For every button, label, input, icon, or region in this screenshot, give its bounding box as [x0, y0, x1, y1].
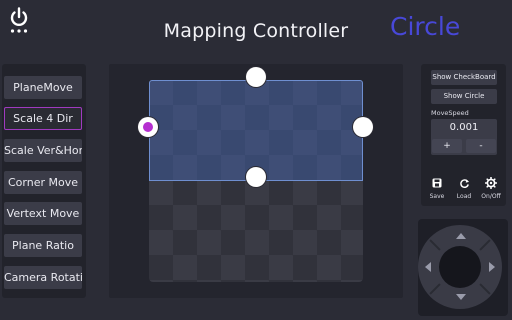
- menu-item-vertex-move[interactable]: Vertext Move: [4, 202, 82, 225]
- menu-item-scale-ver-hori[interactable]: Scale Ver&Hori: [4, 139, 82, 162]
- on-off-button[interactable]: On/Off: [480, 176, 502, 200]
- menu-item-corner-move[interactable]: Corner Move: [4, 171, 82, 194]
- save-label: Save: [429, 193, 445, 200]
- menu-item-plane-move[interactable]: PlaneMove: [4, 76, 82, 99]
- menu-item-camera-rotation[interactable]: Camera Rotation: [4, 266, 82, 289]
- arrow-right-icon[interactable]: [489, 262, 495, 272]
- refresh-icon: [459, 178, 469, 188]
- mapping-controller-screen: Mapping Controller Circle PlaneMove Scal…: [0, 0, 512, 320]
- menu-item-scale-4-dir[interactable]: Scale 4 Dir: [4, 107, 82, 130]
- mode-menu: PlaneMove Scale 4 Dir Scale Ver&Hori Cor…: [2, 64, 86, 298]
- load-button[interactable]: Load: [453, 176, 475, 200]
- move-speed-control: 0.001 + -: [431, 119, 497, 155]
- arrow-down-icon[interactable]: [456, 294, 466, 300]
- arrow-up-icon[interactable]: [456, 233, 466, 239]
- mode-label: Circle: [390, 12, 461, 41]
- dpad-center: [439, 246, 481, 288]
- handle-right[interactable]: [353, 117, 373, 137]
- speed-increase-button[interactable]: +: [432, 139, 462, 153]
- handle-top[interactable]: [246, 67, 266, 87]
- show-circle-button[interactable]: Show Circle: [431, 89, 497, 104]
- load-label: Load: [456, 193, 472, 200]
- handle-left[interactable]: [138, 117, 158, 137]
- save-button[interactable]: Save: [426, 176, 448, 200]
- save-icon: [432, 178, 442, 188]
- speed-decrease-button[interactable]: -: [466, 139, 496, 153]
- move-speed-value: 0.001: [449, 122, 479, 133]
- menu-item-plane-ratio[interactable]: Plane Ratio: [4, 234, 82, 257]
- handle-bottom[interactable]: [246, 167, 266, 187]
- show-checkboard-button[interactable]: Show CheckBoard: [431, 70, 497, 85]
- move-speed-label: MoveSpeed: [431, 109, 469, 117]
- arrow-left-icon[interactable]: [425, 262, 431, 272]
- selected-region[interactable]: [149, 80, 363, 181]
- gear-icon: [485, 177, 497, 189]
- on-off-label: On/Off: [481, 193, 501, 200]
